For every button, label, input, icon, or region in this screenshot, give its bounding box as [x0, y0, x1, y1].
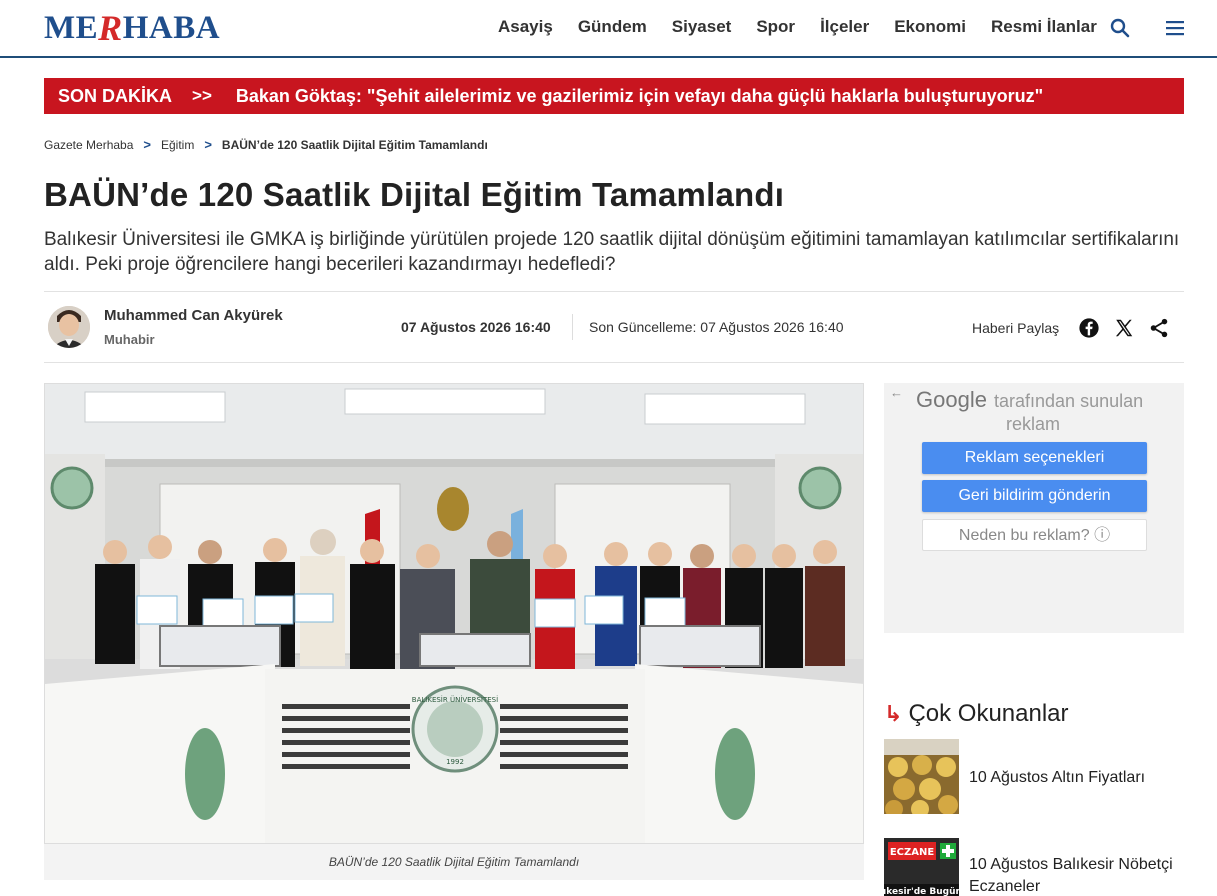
main-nav: Asayiş Gündem Siyaset Spor İlçeler Ekono…: [498, 17, 1122, 37]
gold-coins-thumbnail[interactable]: [884, 739, 959, 814]
nav-item-ekonomi[interactable]: Ekonomi: [894, 17, 966, 37]
ad-attribution-line1: tarafından sunulan: [994, 391, 1144, 411]
breadcrumb: Gazete Merhaba > Eğitim > BAÜN’de 120 Sa…: [44, 137, 488, 152]
photo-caption: BAÜN’de 120 Saatlik Dijital Eğitim Tamam…: [44, 844, 864, 880]
article-meta: Muhammed Can Akyürek Muhabir 07 Ağustos …: [44, 291, 1184, 363]
article-title: BAÜN’de 120 Saatlik Dijital Eğitim Tamam…: [44, 176, 785, 213]
author-name[interactable]: Muhammed Can Akyürek: [104, 307, 283, 324]
ad-panel: ← Google tarafından sunulan reklam Rekla…: [884, 383, 1184, 633]
publish-date: 07 Ağustos 2026 16:40: [401, 319, 551, 335]
updated-date: Son Güncelleme: 07 Ağustos 2026 16:40: [589, 319, 844, 335]
article-photo[interactable]: BALIKESİR ÜNİVERSİTESİ 1992: [44, 383, 864, 844]
arrow-return-icon: ↳: [884, 701, 903, 726]
breaking-tag: SON DAKİKA: [58, 85, 173, 106]
site-header: ME R HABA Asayiş Gündem Siyaset Spor İlçel…: [0, 0, 1217, 58]
author-avatar[interactable]: [48, 306, 90, 348]
photo-seal-year: 1992: [446, 758, 464, 766]
most-read-title: Çok Okunanlar: [908, 700, 1069, 727]
pharmacy-thumbnail[interactable]: ECZANE lıkesir'de Bugün: [884, 838, 959, 896]
facebook-icon[interactable]: [1078, 317, 1100, 339]
google-logo: Google: [916, 387, 987, 412]
breadcrumb-current: BAÜN’de 120 Saatlik Dijital Eğitim Tamam…: [221, 137, 488, 152]
breadcrumb-separator: >: [143, 137, 151, 152]
site-logo[interactable]: ME R HABA: [44, 8, 221, 48]
pharmacy-sign-text: ECZANE: [890, 847, 935, 858]
nav-item-siyaset[interactable]: Siyaset: [672, 17, 732, 37]
breadcrumb-home[interactable]: Gazete Merhaba: [44, 138, 133, 152]
ad-attribution-line2: reklam: [1006, 414, 1061, 434]
most-read-item-title[interactable]: 10 Ağustos Altın Fiyatları: [969, 767, 1179, 789]
logo-text-mid: R: [98, 8, 123, 48]
breadcrumb-separator: >: [204, 137, 212, 152]
breaking-headline[interactable]: Bakan Göktaş: "Şehit ailelerimiz ve gazi…: [236, 86, 1043, 107]
ad-options-button[interactable]: Reklam seçenekleri: [922, 442, 1147, 474]
breaking-arrows: >>: [192, 86, 212, 105]
meta-divider: [572, 314, 573, 340]
share-icon[interactable]: [1148, 317, 1170, 339]
author-role: Muhabir: [104, 332, 155, 347]
breaking-news-bar[interactable]: SON DAKİKA >> Bakan Göktaş: "Şehit ailel…: [44, 78, 1184, 114]
logo-text-left: ME: [44, 9, 99, 46]
nav-item-resmi-ilanlar[interactable]: Resmi İlanlar: [991, 17, 1097, 37]
most-read-item-title[interactable]: 10 Ağustos Balıkesir Nöbetçi Eczaneler: [969, 854, 1179, 896]
search-icon[interactable]: [1108, 16, 1132, 40]
ad-why-button[interactable]: Neden bu reklam? ⓘ: [922, 519, 1147, 551]
x-twitter-icon[interactable]: [1113, 317, 1135, 339]
nav-item-spor[interactable]: Spor: [756, 17, 795, 37]
photo-seal-text: BALIKESİR ÜNİVERSİTESİ: [412, 695, 498, 704]
nav-item-asayis[interactable]: Asayiş: [498, 17, 553, 37]
most-read-header: ↳ Çok Okunanlar: [884, 700, 1069, 728]
ad-back-icon[interactable]: ←: [890, 385, 903, 400]
nav-item-gundem[interactable]: Gündem: [578, 17, 647, 37]
menu-icon[interactable]: [1163, 16, 1187, 40]
pharmacy-caption-text: lıkesir'de Bugün: [884, 887, 959, 896]
logo-text-right: HABA: [122, 9, 221, 46]
share-label: Haberi Paylaş: [972, 320, 1060, 336]
article-summary: Balıkesir Üniversitesi ile GMKA iş birli…: [44, 229, 1180, 275]
nav-item-ilceler[interactable]: İlçeler: [820, 17, 869, 37]
breadcrumb-category[interactable]: Eğitim: [161, 138, 194, 152]
ad-feedback-button[interactable]: Geri bildirim gönderin: [922, 480, 1147, 512]
